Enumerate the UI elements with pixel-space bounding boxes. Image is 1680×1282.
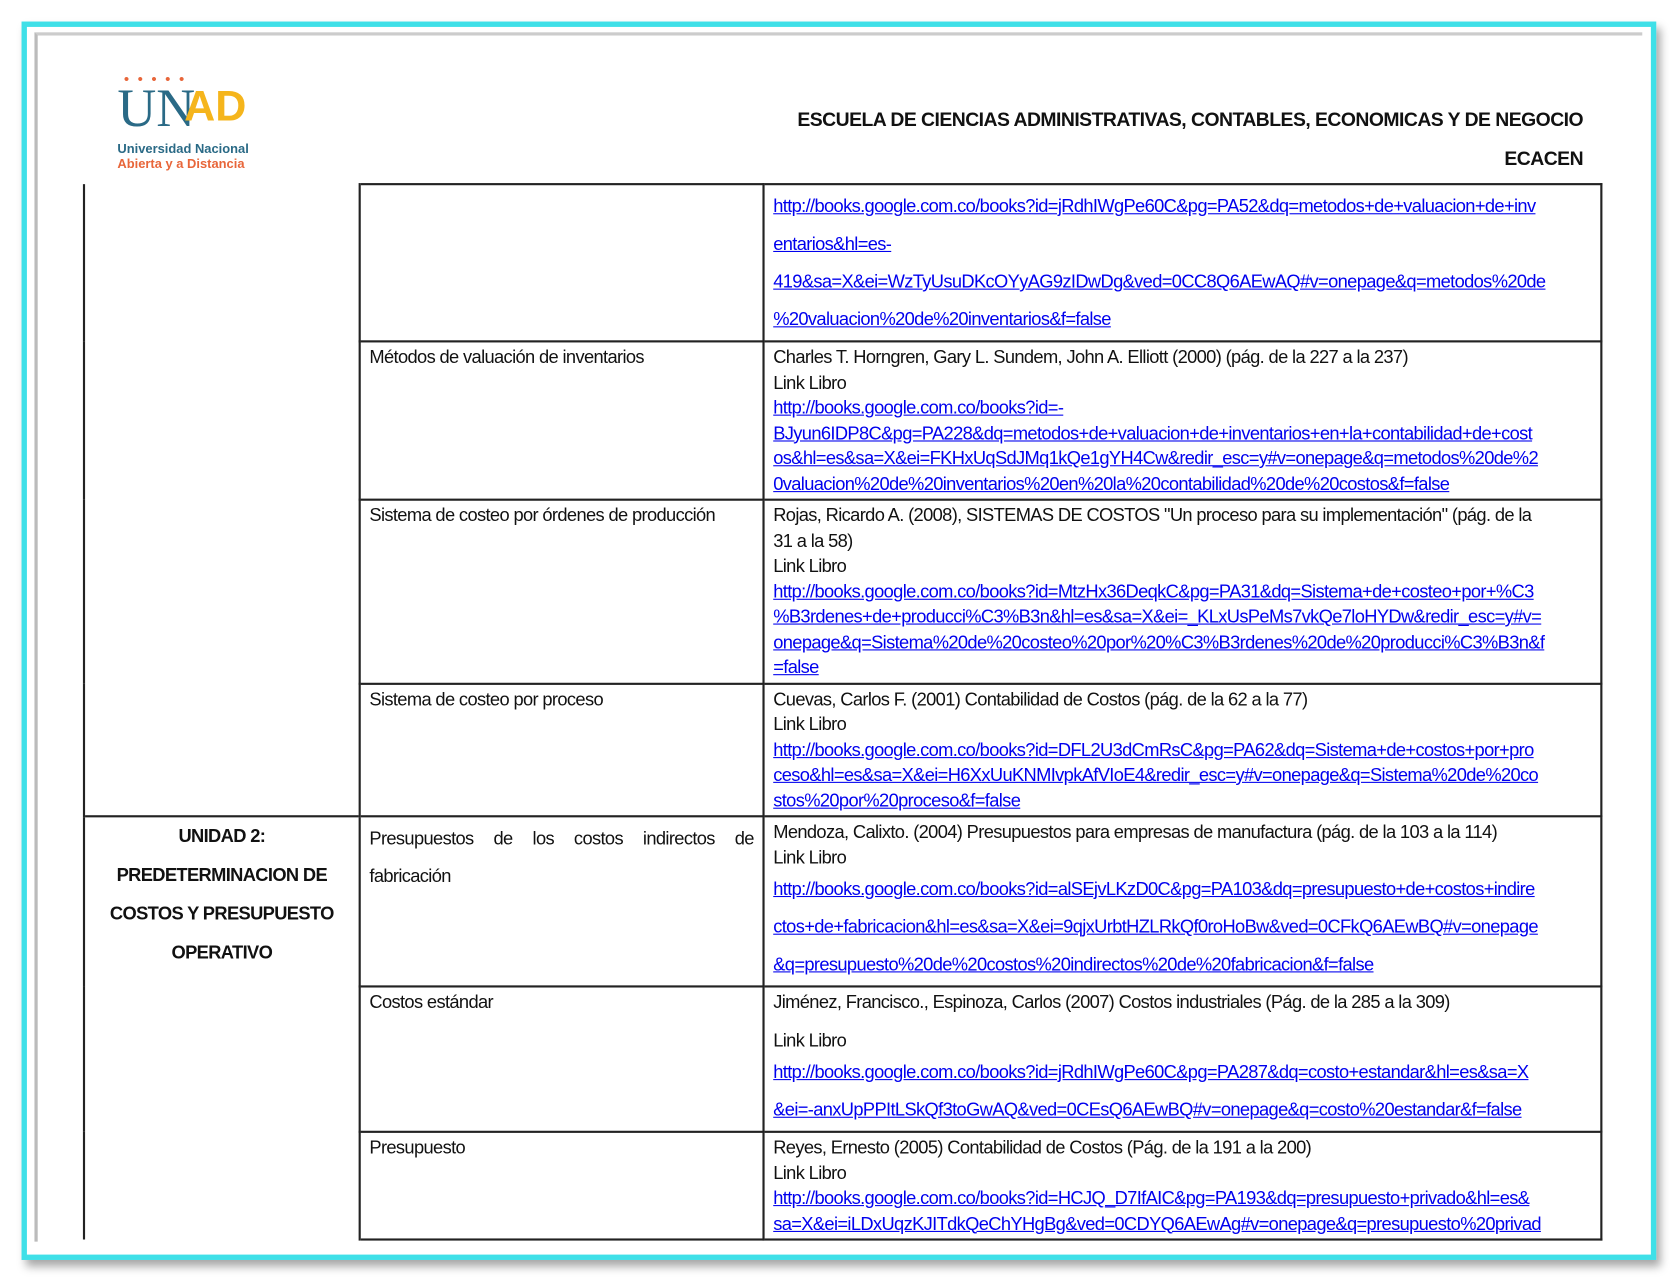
logo-line2: Abierta y a Distancia	[117, 156, 245, 172]
book-link[interactable]: &q=presupuesto%20de%20costos%20indirecto…	[773, 946, 1591, 984]
unit-title-line: PREDETERMINACION DE	[116, 864, 328, 886]
school-name: ESCUELA DE CIENCIAS ADMINISTRATIVAS, CON…	[797, 108, 1584, 131]
reference-text: Jiménez, Francisco., Espinoza, Carlos (2…	[773, 991, 1450, 1013]
topic-text: Sistema de costeo por órdenes de producc…	[369, 505, 716, 526]
book-link[interactable]: %20valuacion%20de%20inventarios&f=false	[773, 300, 1591, 338]
book-link[interactable]: http://books.google.com.co/books?id=jRdh…	[773, 1053, 1591, 1091]
topic-cell	[358, 183, 765, 343]
book-link[interactable]: os&hl=es&sa=X&ei=FKHxUqSdJMq1kQe1gYH4Cw&…	[773, 446, 1591, 471]
reference-cell: Charles T. Horngren, Gary L. Sundem, Joh…	[762, 340, 1603, 501]
book-link[interactable]: http://books.google.com.co/books?id=jRdh…	[773, 187, 1591, 225]
book-link[interactable]: ceso&hl=es&sa=X&ei=H6XxUuKNMIvpkAfVIoE4&…	[773, 762, 1591, 787]
topic-cell: Presupuestos de los costos indirectos de…	[358, 815, 765, 988]
unit-title-line: UNIDAD 2:	[178, 825, 266, 847]
book-link[interactable]: 0valuacion%20de%20inventarios%20en%20la%…	[773, 471, 1591, 496]
unit-title-line: OPERATIVO	[171, 942, 273, 963]
book-link[interactable]: http://books.google.com.co/books?id=alSE…	[773, 870, 1591, 908]
reference-text: Charles T. Horngren, Gary L. Sundem, Joh…	[773, 346, 1408, 368]
topic-cell: Costos estándar	[358, 985, 765, 1133]
topic-text: Costos estándar	[369, 991, 494, 1013]
book-link[interactable]: BJyun6IDP8C&pg=PA228&dq=metodos+de+valua…	[773, 421, 1591, 446]
reference-cell: Reyes, Ernesto (2005) Contabilidad de Co…	[762, 1130, 1603, 1241]
link-label: Link Libro	[773, 1162, 847, 1183]
topic-cell: Presupuesto	[358, 1130, 765, 1241]
topic-text: Sistema de costeo por proceso	[369, 688, 604, 710]
book-link[interactable]: entarios&hl=es-	[773, 225, 1591, 263]
reference-cell: http://books.google.com.co/books?id=jRdh…	[762, 183, 1603, 343]
link-label: Link Libro	[773, 846, 847, 868]
book-link[interactable]: %B3rdenes+de+producci%C3%B3n&hl=es&sa=X&…	[773, 604, 1591, 629]
book-link[interactable]: http://books.google.com.co/books?id=MtzH…	[773, 579, 1591, 604]
book-link[interactable]: sa=X&ei=iLDxUqzKJITdkQeChYHgBg&ved=0CDYQ…	[773, 1211, 1591, 1236]
topic-text: Presupuesto	[369, 1137, 466, 1158]
topic-text: Presupuestos de los costos indirectos de…	[369, 828, 754, 887]
book-link[interactable]: 419&sa=X&ei=WzTyUsuDKcOYyAG9zIDwDg&ved=0…	[773, 263, 1591, 301]
link-label: Link Libro	[773, 713, 847, 735]
reference-text: Cuevas, Carlos F. (2001) Contabilidad de…	[773, 688, 1308, 710]
reference-text: 31 a la 58)	[773, 530, 853, 551]
topic-cell: Sistema de costeo por proceso	[358, 682, 765, 818]
link-label: Link Libro	[773, 372, 847, 393]
book-link[interactable]: &ei=-anxUpPPItLSkQf3toGwAQ&ved=0CEsQ6AEw…	[773, 1091, 1591, 1129]
table-row: http://books.google.com.co/books?id=jRdh…	[82, 183, 1603, 817]
link-label: Link Libro	[773, 1030, 847, 1051]
topic-text: Métodos de valuación de inventarios	[369, 346, 644, 368]
school-acronym: ECACEN	[1504, 147, 1584, 170]
unit-title-line: COSTOS Y PRESUPUESTO	[109, 903, 334, 924]
book-link[interactable]: onepage&q=Sistema%20de%20costeo%20por%20…	[773, 629, 1591, 654]
logo-ad: AD	[184, 82, 247, 131]
book-link[interactable]: http://books.google.com.co/books?id=HCJQ…	[773, 1186, 1591, 1211]
table-row: UNIDAD 2: PREDETERMINACION DE COSTOS Y PRE…	[82, 815, 1603, 1240]
logo-line1: Universidad Nacional	[117, 141, 249, 157]
reference-cell: Rojas, Ricardo A. (2008), SISTEMAS DE CO…	[762, 498, 1603, 685]
reference-text: Rojas, Ricardo A. (2008), SISTEMAS DE CO…	[773, 505, 1532, 526]
reference-cell: Cuevas, Carlos F. (2001) Contabilidad de…	[762, 682, 1603, 818]
book-link[interactable]: stos%20por%20proceso&f=false	[773, 788, 1591, 813]
book-link[interactable]: http://books.google.com.co/books?id=DFL2…	[773, 737, 1591, 762]
unit-cell: UNIDAD 2: PREDETERMINACION DE COSTOS Y PRE…	[82, 815, 361, 1240]
reference-cell: Jiménez, Francisco., Espinoza, Carlos (2…	[762, 985, 1603, 1133]
unit-cell-empty	[82, 184, 361, 817]
reference-text: Reyes, Ernesto (2005) Contabilidad de Co…	[773, 1137, 1312, 1158]
book-link[interactable]: ctos+de+fabricacion&hl=es&sa=X&ei=9qjxUr…	[773, 908, 1591, 946]
link-label: Link Libro	[773, 555, 847, 577]
reference-cell: Mendoza, Calixto. (2004) Presupuestos pa…	[762, 815, 1603, 988]
topic-cell: Sistema de costeo por órdenes de producc…	[358, 498, 765, 685]
topic-cell: Métodos de valuación de inventarios	[358, 340, 765, 501]
book-link[interactable]: http://books.google.com.co/books?id=-	[773, 395, 1591, 420]
book-link[interactable]: =false	[773, 655, 1591, 680]
reference-text: Mendoza, Calixto. (2004) Presupuestos pa…	[773, 821, 1498, 843]
unad-logo: • • • • • UN AD Universidad Nacional Abi…	[113, 70, 264, 172]
references-table: http://books.google.com.co/books?id=jRdh…	[82, 183, 1603, 1241]
